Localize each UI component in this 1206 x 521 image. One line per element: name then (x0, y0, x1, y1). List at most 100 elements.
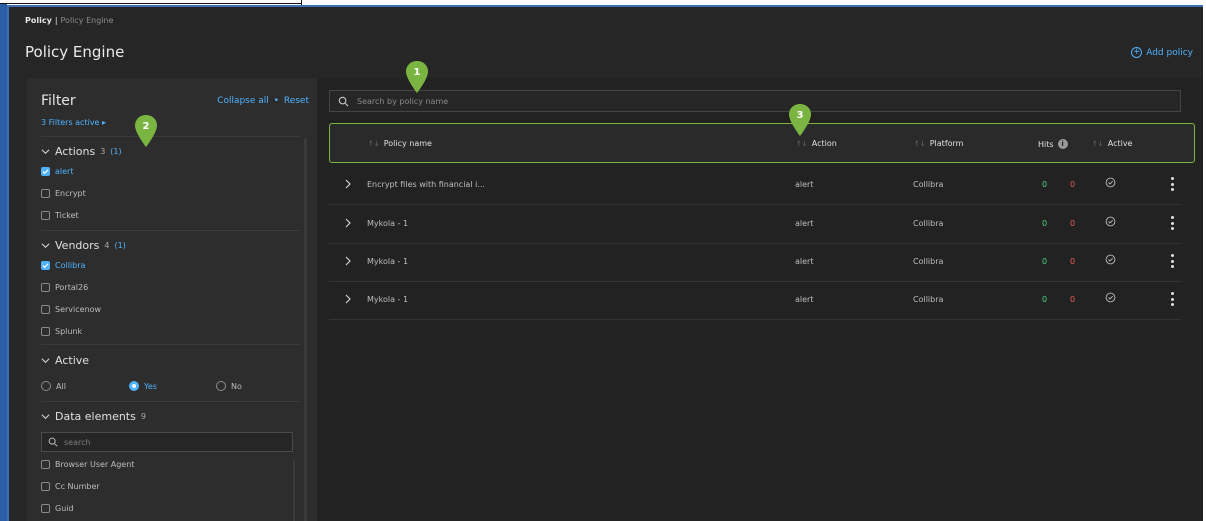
section-data-elements-header[interactable]: Data elements 9 (41, 410, 146, 423)
checkbox-action-ticket[interactable]: Ticket (41, 211, 79, 220)
table-row[interactable]: Mykola - 1 alert Collibra 0 0 (329, 244, 1181, 282)
marker-label: 3 (797, 110, 804, 121)
chevron-right-icon[interactable] (343, 217, 353, 229)
hits-negative-cell: 0 (1070, 180, 1076, 189)
check-circle-icon (1105, 216, 1116, 227)
radio-active-all[interactable]: All (41, 381, 66, 391)
column-header-active[interactable]: ↑↓ Active (1092, 139, 1132, 148)
more-options-icon[interactable] (1170, 292, 1174, 306)
checkbox-label: Encrypt (55, 189, 86, 198)
check-circle-icon (1105, 292, 1116, 303)
hits-positive-cell: 0 (1042, 257, 1048, 266)
checkbox-action-encrypt[interactable]: Encrypt (41, 189, 86, 198)
chevron-down-icon (41, 358, 50, 364)
check-circle-icon (1105, 254, 1116, 265)
plus-circle-icon: + (1131, 47, 1143, 58)
section-actions-header[interactable]: Actions 3 (1) (41, 145, 122, 158)
hits-negative-cell: 0 (1070, 219, 1076, 228)
policy-engine-app: Policy | Policy Engine Policy Engine + Add… (7, 5, 1203, 521)
section-active-title: Active (55, 354, 90, 367)
chevron-right-icon[interactable] (343, 255, 353, 267)
column-header-policy-name[interactable]: ↑↓ Policy name (368, 139, 432, 148)
divider (41, 344, 301, 345)
table-row[interactable]: Encrypt files with financial i... alert … (329, 167, 1181, 205)
divider (41, 136, 301, 137)
column-label: Policy name (383, 139, 432, 148)
checkbox-vendor-splunk[interactable]: Splunk (41, 327, 82, 336)
sort-icon: ↑↓ (796, 139, 808, 148)
more-options-icon[interactable] (1170, 254, 1174, 268)
more-options-icon[interactable] (1170, 216, 1174, 230)
checkbox-data-element[interactable]: Guid (41, 504, 74, 513)
filter-scrollbar[interactable] (304, 138, 307, 521)
checkbox-icon (41, 327, 50, 336)
checkbox-icon (41, 283, 50, 292)
breadcrumb-root[interactable]: Policy (25, 16, 52, 25)
collapse-all-link[interactable]: Collapse all (217, 96, 269, 106)
policy-search-field[interactable] (329, 90, 1181, 112)
radio-label: All (56, 381, 66, 391)
column-header-action[interactable]: ↑↓ Action (796, 139, 837, 148)
table-row[interactable]: Mykola - 1 alert Collibra 0 0 (329, 282, 1181, 320)
checkbox-vendor-portal26[interactable]: Portal26 (41, 283, 88, 292)
chevron-down-icon (41, 414, 50, 420)
radio-selected-icon (129, 381, 139, 391)
checkbox-icon (41, 305, 50, 314)
checkbox-label: Browser User Agent (55, 460, 135, 469)
marker-pin-2: 2 (135, 115, 157, 147)
policy-search-input[interactable] (357, 96, 957, 106)
marker-label: 2 (143, 121, 150, 132)
checkbox-action-alert[interactable]: alert (41, 167, 73, 176)
reset-link[interactable]: Reset (284, 96, 309, 106)
column-header-hits[interactable]: Hits i (1038, 139, 1068, 149)
section-vendors-count: 4 (104, 241, 110, 250)
checkbox-checked-icon (41, 167, 50, 176)
data-elements-scrollbar[interactable] (293, 460, 295, 521)
platform-cell: Collibra (913, 257, 944, 266)
hits-negative-cell: 0 (1070, 257, 1076, 266)
radio-active-no[interactable]: No (216, 381, 242, 391)
sort-icon: ↑↓ (1092, 139, 1104, 148)
table-header: ↑↓ Policy name ↑↓ Action ↑↓ Platform Hit… (329, 123, 1195, 163)
divider (41, 401, 301, 402)
section-active-header[interactable]: Active (41, 354, 89, 367)
checkbox-data-element[interactable]: Browser User Agent (41, 460, 134, 469)
table-row[interactable]: Mykola - 1 alert Collibra 0 0 (329, 206, 1181, 244)
chevron-right-icon[interactable] (343, 178, 353, 190)
search-icon (338, 96, 349, 106)
policy-name-cell[interactable]: Mykola - 1 (367, 257, 408, 266)
window-left-edge (0, 4, 7, 521)
data-elements-search[interactable]: search (41, 432, 293, 452)
checkbox-icon (41, 482, 50, 491)
policy-name-cell[interactable]: Encrypt files with financial i... (367, 180, 485, 189)
policy-name-cell[interactable]: Mykola - 1 (367, 219, 408, 228)
platform-cell: Collibra (913, 219, 944, 228)
check-circle-icon (1105, 177, 1116, 188)
chevron-right-icon[interactable] (343, 293, 353, 305)
section-actions-count: 3 (100, 147, 106, 156)
checkbox-vendor-servicenow[interactable]: Servicenow (41, 305, 101, 314)
action-cell: alert (795, 257, 814, 266)
checkbox-data-element[interactable]: Cc Number (41, 482, 100, 491)
sort-icon: ↑↓ (914, 139, 926, 148)
filter-panel: Filter Collapse all • Reset 3 Filters ac… (27, 78, 317, 521)
add-policy-button[interactable]: + Add policy (1131, 47, 1193, 58)
divider (41, 230, 301, 231)
section-vendors-title: Vendors (55, 239, 100, 252)
more-options-icon[interactable] (1170, 177, 1174, 191)
breadcrumb-separator: | (54, 16, 58, 25)
hits-positive-cell: 0 (1042, 295, 1048, 304)
breadcrumb-current: Policy Engine (60, 16, 114, 25)
checkbox-icon (41, 504, 50, 513)
section-vendors-header[interactable]: Vendors 4 (1) (41, 239, 126, 252)
marker-pin-3: 3 (789, 104, 811, 136)
checkbox-vendor-collibra[interactable]: Collibra (41, 261, 85, 270)
policy-name-cell[interactable]: Mykola - 1 (367, 295, 408, 304)
checkbox-icon (41, 211, 50, 220)
radio-active-yes[interactable]: Yes (129, 381, 157, 391)
checkbox-label: Ticket (55, 211, 79, 220)
column-header-platform[interactable]: ↑↓ Platform (914, 139, 963, 148)
column-label: Active (1107, 139, 1133, 148)
info-icon[interactable]: i (1057, 139, 1068, 149)
filters-active-toggle[interactable]: 3 Filters active ▸ (41, 118, 106, 127)
